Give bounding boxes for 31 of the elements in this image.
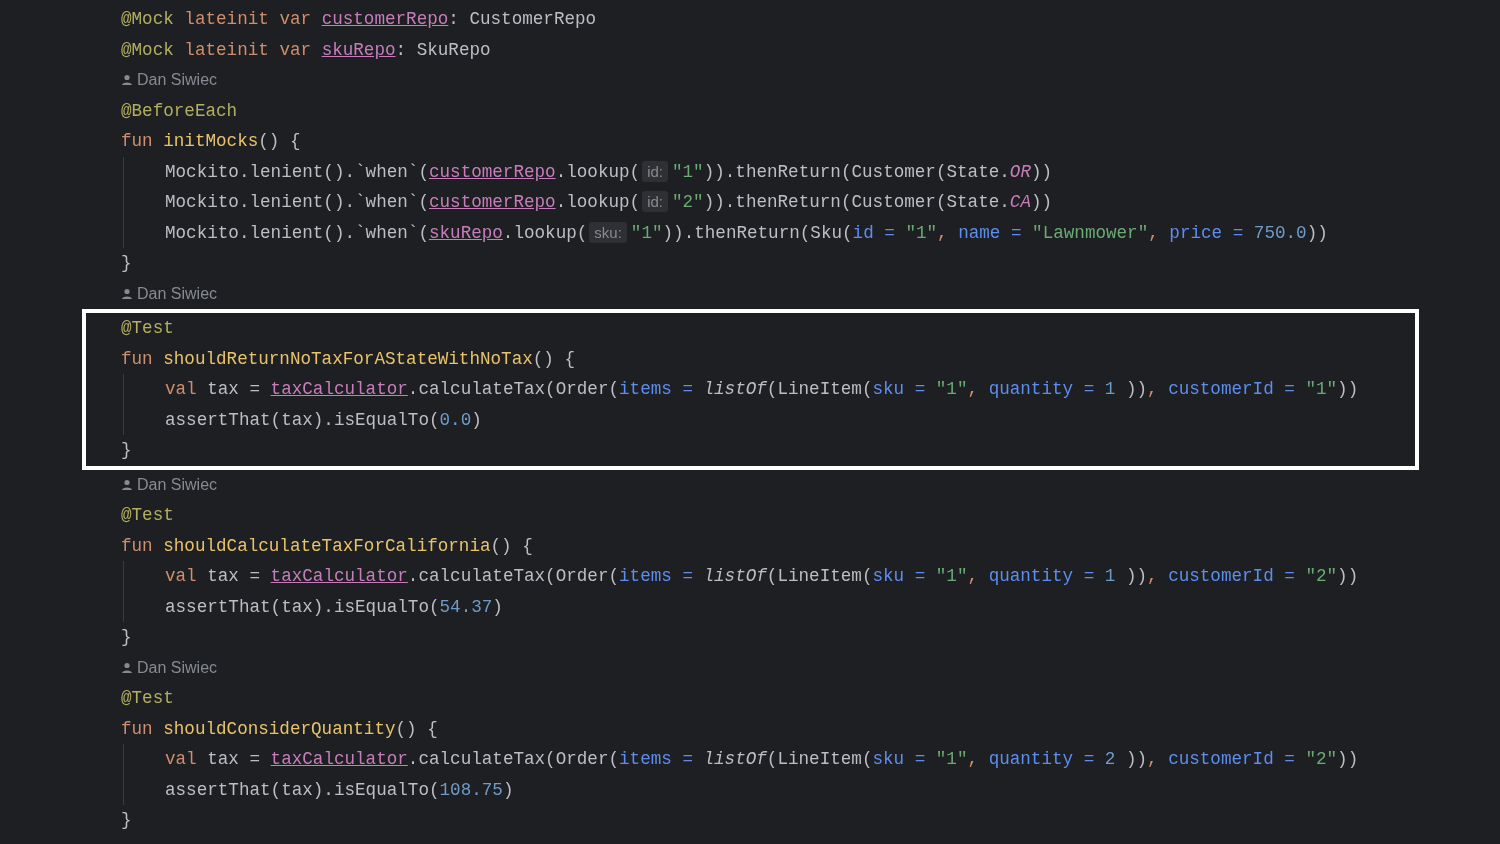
code-line: assertThat(tax).isEqualTo(54.37): [165, 595, 504, 619]
code-line: Mockito.lenient().`when`(customerRepo.lookup( id: "2")).thenReturn(Customer(State.CA)): [165, 190, 1054, 214]
code-line: @Test: [121, 504, 175, 527]
person-icon: [121, 478, 133, 491]
code-line: @BeforeEach: [121, 99, 239, 123]
person-icon: [121, 661, 133, 674]
code-line: @Test: [121, 317, 175, 340]
code-line: }: [121, 626, 133, 649]
author-name: Dan Siwiec: [137, 475, 218, 494]
code-line: assertThat(tax).isEqualTo(0.0): [165, 408, 483, 432]
author-name: Dan Siwiec: [137, 284, 218, 303]
code-line: Mockito.lenient().`when`(customerRepo.lookup( id: "1")).thenReturn(Customer(State.OR)): [165, 159, 1054, 184]
code-line: fun shouldCalculateTaxForCalifornia() {: [121, 534, 534, 558]
code-line: Mockito.lenient().`when`(skuRepo.lookup( sku: "1")).thenReturn(Sku(id = "1", name = "Lawnmower", price = 750.0)): [165, 220, 1329, 245]
code-line: val tax = taxCalculator.calculateTax(Order(items = listOf(LineItem(sku = "1", quantity = 1 )), customerId = "2")): [165, 565, 1360, 588]
code-line: fun shouldReturnNoTaxForAStateWithNoTax() {: [121, 347, 576, 371]
code-line: fun shouldConsiderQuantity() {: [121, 717, 439, 741]
author-name: Dan Siwiec: [137, 71, 218, 90]
code-line: @Mock lateinit var customerRepo: CustomerRepo: [121, 8, 598, 31]
person-icon: [121, 74, 133, 87]
code-line: assertThat(tax).isEqualTo(108.75): [165, 778, 515, 802]
author-name: Dan Siwiec: [137, 658, 218, 677]
person-icon: [121, 287, 133, 300]
code-line: val tax = taxCalculator.calculateTax(Order(items = listOf(LineItem(sku = "1", quantity = 1 )), customerId = "1")): [165, 378, 1360, 401]
code-line: @Mock lateinit var skuRepo: SkuRepo: [121, 38, 492, 62]
code-line: }: [121, 252, 133, 275]
code-line: val tax = taxCalculator.calculateTax(Order(items = listOf(LineItem(sku = "1", quantity = 2 )), customerId = "2")): [165, 748, 1360, 771]
code-line: }: [121, 439, 133, 462]
code-line: @Test: [121, 687, 175, 710]
code-line: }: [121, 809, 133, 832]
code-line: fun initMocks() {: [121, 130, 302, 153]
